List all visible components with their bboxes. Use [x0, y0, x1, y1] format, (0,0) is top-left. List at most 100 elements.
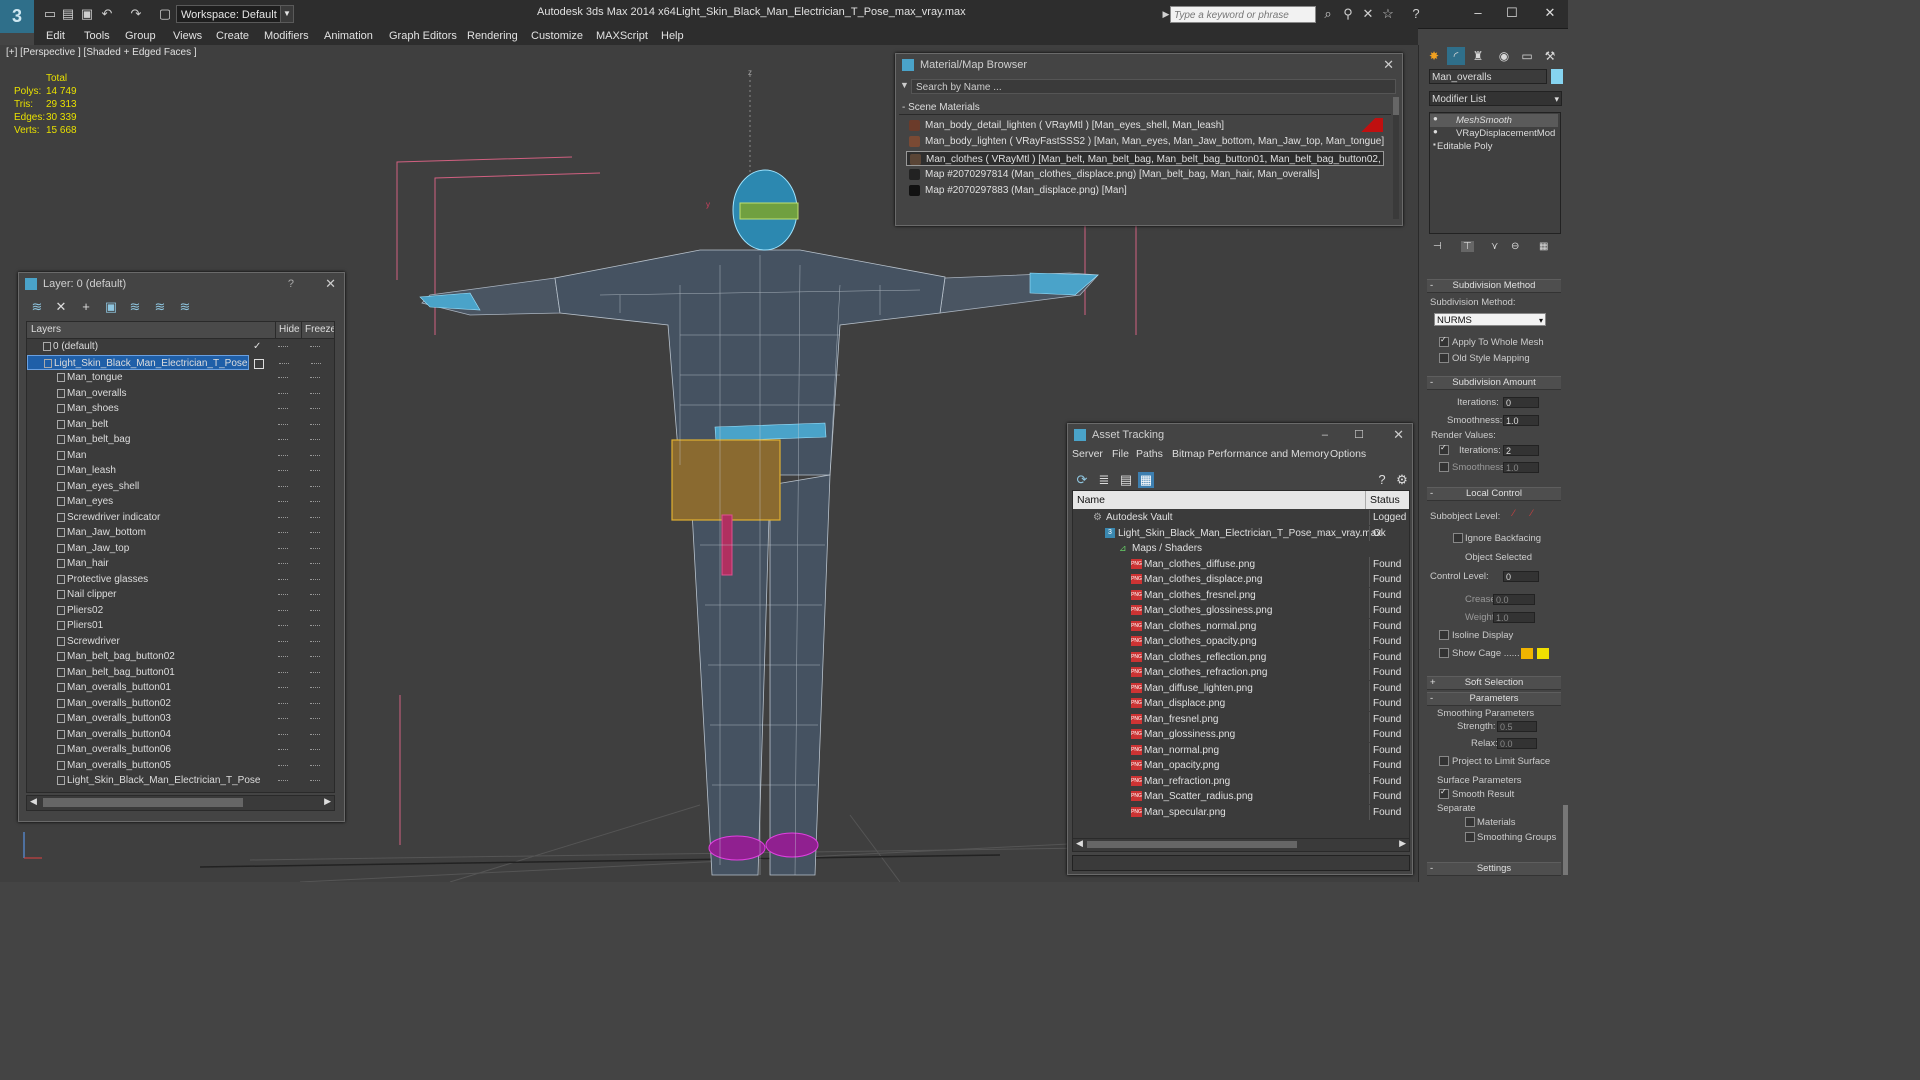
- rollout-settings[interactable]: - Settings: [1427, 862, 1561, 876]
- close-icon[interactable]: ✕: [325, 273, 336, 295]
- freeze-toggle[interactable]: [310, 702, 320, 705]
- object-row[interactable]: Screwdriver indicator: [27, 510, 334, 526]
- subdivision-method-select[interactable]: NURMS ▾: [1434, 313, 1546, 326]
- menu-tools[interactable]: Tools: [84, 28, 110, 45]
- rollout-local-control[interactable]: - Local Control: [1427, 487, 1561, 501]
- freeze-toggle[interactable]: [310, 470, 320, 472]
- object-row[interactable]: Man_leash: [27, 463, 334, 479]
- asset-row[interactable]: PNG Man_opacity.png Found: [1073, 758, 1409, 774]
- object-row[interactable]: Protective glasses: [27, 572, 334, 588]
- object-row[interactable]: Man_overalls_button04: [27, 727, 334, 743]
- old-style-mapping-checkbox[interactable]: [1439, 353, 1449, 363]
- asset-menu-server[interactable]: Server: [1072, 448, 1103, 460]
- asset-row[interactable]: PNG Man_clothes_normal.png Found: [1073, 618, 1409, 635]
- hide-toggle[interactable]: [278, 718, 288, 720]
- freeze-toggle[interactable]: [310, 501, 320, 503]
- hide-toggle[interactable]: [278, 392, 288, 395]
- freeze-toggle[interactable]: [310, 578, 320, 581]
- maximize-icon[interactable]: ☐: [1497, 2, 1527, 24]
- freeze-toggle[interactable]: [310, 687, 320, 689]
- help-icon[interactable]: ?: [1408, 6, 1424, 22]
- binoculars-icon[interactable]: ⌕: [1320, 6, 1336, 22]
- object-row[interactable]: Man_hair: [27, 556, 334, 572]
- redo-icon[interactable]: ↷: [128, 6, 144, 22]
- hide-toggle[interactable]: [278, 764, 288, 767]
- menu-help[interactable]: Help: [661, 28, 684, 45]
- object-row[interactable]: Man_belt_bag_button01: [27, 665, 334, 681]
- freeze-toggle[interactable]: [310, 671, 320, 674]
- smooth-result-checkbox[interactable]: [1439, 787, 1449, 799]
- col-freeze[interactable]: Freeze: [301, 322, 334, 338]
- stack-item-vraydisplacement[interactable]: VRayDisplacementMod: [1456, 128, 1555, 139]
- asset-row[interactable]: PNG Man_clothes_diffuse.png Found: [1073, 556, 1409, 573]
- asset-tracking-titlebar[interactable]: Asset Tracking – ☐ ✕: [1068, 424, 1412, 446]
- asset-row[interactable]: PNG Man_clothes_displace.png Found: [1073, 572, 1409, 588]
- minimize-icon[interactable]: –: [1322, 424, 1328, 446]
- object-row[interactable]: Man_overalls: [27, 386, 334, 402]
- menu-create[interactable]: Create: [216, 28, 249, 45]
- hide-all-icon[interactable]: ≋: [152, 299, 168, 315]
- freeze-toggle[interactable]: [310, 516, 320, 519]
- asset-row[interactable]: PNG Man_clothes_glossiness.png Found: [1073, 603, 1409, 619]
- object-row[interactable]: Nail clipper: [27, 587, 334, 603]
- freeze-all-icon[interactable]: ≋: [177, 299, 193, 315]
- hide-toggle[interactable]: [278, 377, 288, 379]
- scroll-left-icon[interactable]: ◀: [1076, 838, 1083, 849]
- menu-graph-editors[interactable]: Graph Editors: [389, 28, 457, 45]
- object-row[interactable]: Man_eyes_shell: [27, 479, 334, 495]
- material-search-input[interactable]: Search by Name ...: [911, 79, 1396, 94]
- close-icon[interactable]: ✕: [1393, 424, 1404, 446]
- light-bulb-icon[interactable]: ●: [1433, 127, 1438, 136]
- freeze-toggle[interactable]: [310, 377, 320, 379]
- freeze-toggle[interactable]: [310, 656, 320, 658]
- show-end-result-icon[interactable]: ⊤: [1461, 241, 1474, 252]
- hide-toggle[interactable]: [278, 749, 288, 751]
- object-row[interactable]: Man_overalls_button05: [27, 758, 334, 774]
- freeze-toggle[interactable]: [310, 609, 320, 612]
- object-row[interactable]: Pliers02: [27, 603, 334, 619]
- hide-toggle[interactable]: [278, 485, 288, 488]
- freeze-toggle[interactable]: [310, 640, 320, 643]
- refresh-icon[interactable]: ⟳: [1074, 472, 1090, 488]
- asset-horizontal-scrollbar[interactable]: ◀ ▶: [1072, 838, 1410, 852]
- asset-menu-file[interactable]: File: [1112, 448, 1129, 460]
- asset-row[interactable]: 3 Light_Skin_Black_Man_Electrician_T_Pose…: [1073, 525, 1409, 542]
- undo-icon[interactable]: ↶: [99, 6, 115, 22]
- freeze-toggle[interactable]: [310, 346, 320, 348]
- motion-tab-icon[interactable]: ◉: [1495, 47, 1513, 65]
- render-iterations-checkbox[interactable]: [1439, 443, 1449, 455]
- object-row[interactable]: Man_overalls_button02: [27, 696, 334, 712]
- vertex-subobject-icon[interactable]: ⁄: [1513, 508, 1515, 519]
- hide-toggle[interactable]: [278, 423, 288, 426]
- cage-color-1-swatch[interactable]: [1521, 648, 1533, 659]
- col-status[interactable]: Status: [1365, 491, 1400, 509]
- material-browser-titlebar[interactable]: Material/Map Browser ✕: [896, 54, 1402, 76]
- asset-row[interactable]: PNG Man_normal.png Found: [1073, 742, 1409, 759]
- object-name-field[interactable]: Man_overalls: [1429, 69, 1547, 84]
- menu-views[interactable]: Views: [173, 28, 202, 45]
- object-row[interactable]: Man: [27, 448, 334, 464]
- hide-toggle[interactable]: [278, 671, 288, 674]
- maximize-icon[interactable]: ☐: [1354, 424, 1364, 446]
- pin-stack-icon[interactable]: ⊣: [1433, 241, 1442, 252]
- freeze-toggle[interactable]: [310, 532, 320, 534]
- asset-menu-paths[interactable]: Paths: [1136, 448, 1163, 460]
- asset-row[interactable]: PNG Man_specular.png Found: [1073, 804, 1409, 821]
- hide-toggle[interactable]: [278, 656, 288, 658]
- render-smoothness-spinner[interactable]: 1.0: [1503, 462, 1539, 473]
- hide-toggle[interactable]: [278, 532, 288, 534]
- scroll-right-icon[interactable]: ▶: [1399, 838, 1406, 849]
- hide-toggle[interactable]: [278, 594, 288, 596]
- menu-edit[interactable]: Edit: [46, 28, 65, 45]
- freeze-toggle[interactable]: [310, 563, 320, 565]
- object-row[interactable]: Light_Skin_Black_Man_Electrician_T_Pose: [27, 773, 334, 789]
- show-cage-checkbox[interactable]: [1439, 648, 1449, 658]
- map-item[interactable]: Map #2070297814 (Man_clothes_displace.pn…: [906, 167, 1386, 182]
- list-view-icon[interactable]: ≣: [1096, 472, 1112, 488]
- help-button[interactable]: ?: [288, 273, 294, 295]
- iterations-spinner[interactable]: 0: [1503, 397, 1539, 408]
- hide-toggle[interactable]: [278, 625, 288, 627]
- hide-toggle[interactable]: [278, 439, 288, 441]
- scroll-left-icon[interactable]: ◀: [30, 796, 37, 807]
- project-limit-checkbox[interactable]: [1439, 756, 1449, 766]
